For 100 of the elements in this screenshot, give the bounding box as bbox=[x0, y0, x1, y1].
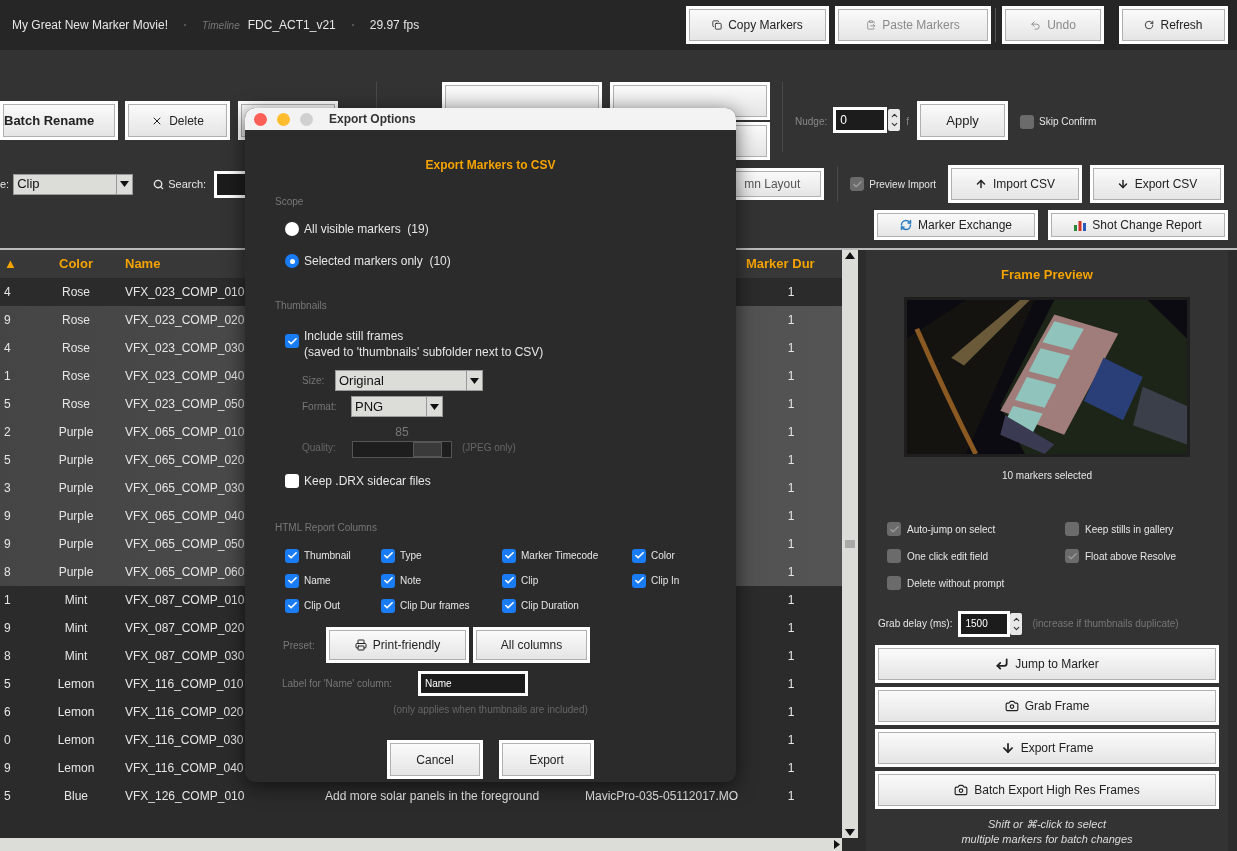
name-column-field[interactable]: Name bbox=[418, 671, 528, 696]
grab-delay-field[interactable]: 1500 bbox=[958, 610, 1011, 637]
import-csv-button[interactable]: Import CSV bbox=[948, 165, 1082, 203]
copy-markers-button[interactable]: Copy Markers bbox=[686, 6, 829, 44]
format-select[interactable]: PNG bbox=[351, 396, 443, 417]
table-cell-text: VFX_087_COMP_010 bbox=[125, 592, 245, 609]
spin-buttons[interactable] bbox=[888, 109, 901, 131]
shot-change-report-button[interactable]: Shot Change Report bbox=[1048, 210, 1228, 240]
skip-confirm-checkbox[interactable] bbox=[1020, 114, 1035, 129]
dropdown-arrow-icon bbox=[120, 181, 130, 187]
checkbox-label: Marker Timecode bbox=[521, 549, 599, 563]
scroll-right-icon[interactable] bbox=[834, 840, 840, 849]
option-checkbox[interactable] bbox=[1065, 522, 1079, 536]
table-cell-text: Mint bbox=[64, 620, 88, 637]
table-cell-text: 5 bbox=[4, 452, 11, 469]
table-cell-text: 1 bbox=[787, 368, 795, 385]
skip-confirm-label: Skip Confirm bbox=[1039, 115, 1097, 129]
table-cell-text: VFX_023_COMP_050 bbox=[125, 396, 245, 413]
option-label: Float above Resolve bbox=[1085, 549, 1177, 564]
grab-delay-hint: (increase if thumbnails duplicate) bbox=[1032, 617, 1179, 631]
column-checkbox[interactable] bbox=[502, 598, 516, 613]
dialog-title: Export Options bbox=[329, 111, 416, 128]
quality-label: Quality: bbox=[302, 441, 337, 455]
grab-delay-label: Grab delay (ms): bbox=[878, 617, 953, 631]
format-label: Format: bbox=[302, 400, 338, 414]
radio-button[interactable] bbox=[285, 222, 299, 236]
apply-button[interactable]: Apply bbox=[917, 101, 1009, 140]
table-cell-text: 1 bbox=[787, 340, 795, 357]
checkbox-label: Clip In bbox=[651, 574, 680, 588]
option-checkbox[interactable] bbox=[887, 549, 901, 563]
column-header[interactable]: Color bbox=[59, 254, 93, 274]
cancel-button[interactable]: Cancel bbox=[387, 740, 483, 779]
undo-icon bbox=[1030, 19, 1042, 31]
grip-icon[interactable] bbox=[845, 540, 855, 548]
table-cell-text: 1 bbox=[787, 648, 795, 665]
export-button[interactable]: Export bbox=[499, 740, 594, 779]
table-cell-text: 1 bbox=[787, 760, 795, 777]
clip-type-select[interactable]: Clip bbox=[13, 173, 134, 195]
table-cell-text: 1 bbox=[787, 704, 795, 721]
print-friendly-button[interactable]: Print-friendly bbox=[326, 627, 469, 663]
camera-icon bbox=[1004, 698, 1019, 713]
delete-button[interactable]: Delete bbox=[125, 101, 230, 140]
column-checkbox[interactable] bbox=[285, 548, 299, 563]
table-cell-text: Purple bbox=[58, 536, 94, 553]
table-cell-text: Lemon bbox=[57, 760, 95, 777]
horizontal-scrollbar[interactable] bbox=[0, 838, 842, 851]
column-checkbox[interactable] bbox=[502, 573, 516, 588]
table-cell-text: 1 bbox=[787, 312, 795, 329]
table-cell-text: VFX_087_COMP_030 bbox=[125, 648, 245, 665]
table-cell-text: Rose bbox=[62, 312, 90, 329]
export-csv-button[interactable]: Export CSV bbox=[1090, 165, 1224, 203]
column-header[interactable]: ▲ bbox=[4, 254, 17, 274]
keep-drx-checkbox[interactable] bbox=[285, 474, 299, 488]
size-select[interactable]: Original bbox=[335, 370, 483, 391]
column-checkbox[interactable] bbox=[381, 573, 395, 588]
column-checkbox[interactable] bbox=[285, 573, 299, 588]
table-cell-text: VFX_023_COMP_010 bbox=[125, 284, 245, 301]
refresh-icon bbox=[1144, 20, 1155, 30]
vertical-scrollbar[interactable] bbox=[842, 250, 858, 838]
column-checkbox[interactable] bbox=[381, 598, 395, 613]
column-header[interactable]: Marker Dur bbox=[746, 254, 815, 274]
nudge-field[interactable]: 0 bbox=[833, 107, 888, 133]
close-window-icon[interactable] bbox=[254, 112, 267, 126]
table-cell-text: Blue bbox=[64, 788, 88, 805]
scroll-up-icon[interactable] bbox=[845, 252, 855, 259]
table-cell-text: Purple bbox=[58, 452, 94, 469]
action-button[interactable]: Batch Export High Res Frames bbox=[875, 770, 1219, 809]
column-checkbox[interactable] bbox=[632, 573, 646, 588]
column-checkbox[interactable] bbox=[381, 548, 395, 563]
column-checkbox[interactable] bbox=[285, 598, 299, 613]
table-cell-text: VFX_065_COMP_030 bbox=[125, 480, 245, 497]
action-button[interactable]: Export Frame bbox=[875, 728, 1219, 767]
marker-exchange-button[interactable]: Marker Exchange bbox=[874, 210, 1038, 240]
preview-import-checkbox[interactable] bbox=[850, 177, 865, 191]
table-cell-text: 1 bbox=[787, 620, 795, 637]
include-stills-checkbox[interactable] bbox=[285, 334, 299, 348]
spin-buttons[interactable] bbox=[1010, 612, 1023, 635]
option-checkbox[interactable] bbox=[1065, 549, 1079, 563]
section-label: Thumbnails bbox=[275, 299, 328, 313]
table-cell-text: VFX_116_COMP_040 bbox=[125, 760, 244, 777]
option-checkbox[interactable] bbox=[887, 576, 901, 590]
column-header[interactable]: Name bbox=[125, 254, 161, 274]
radio-button[interactable] bbox=[285, 254, 299, 268]
table-cell-text: 9 bbox=[4, 760, 11, 777]
quality-reading: 85 bbox=[395, 424, 409, 441]
project-title: My Great New Marker Movie! bbox=[12, 17, 169, 34]
nudge-label: Nudge: bbox=[795, 115, 828, 129]
table-cell-text: 5 bbox=[4, 788, 11, 805]
option-checkbox[interactable] bbox=[887, 522, 901, 536]
scroll-down-icon[interactable] bbox=[845, 829, 855, 836]
table-cell-text: Purple bbox=[58, 480, 94, 497]
action-button[interactable]: Jump to Marker bbox=[875, 644, 1219, 683]
refresh-button[interactable]: Refresh bbox=[1119, 6, 1228, 44]
table-cell-text: VFX_126_COMP_010 bbox=[125, 788, 245, 805]
all-columns-button[interactable]: All columns bbox=[473, 627, 590, 663]
column-checkbox[interactable] bbox=[632, 548, 646, 563]
action-button[interactable]: Grab Frame bbox=[875, 686, 1219, 725]
column-checkbox[interactable] bbox=[502, 548, 516, 563]
batch-rename-button[interactable]: Batch Rename bbox=[0, 101, 118, 140]
dropdown-arrow-icon bbox=[430, 403, 439, 410]
